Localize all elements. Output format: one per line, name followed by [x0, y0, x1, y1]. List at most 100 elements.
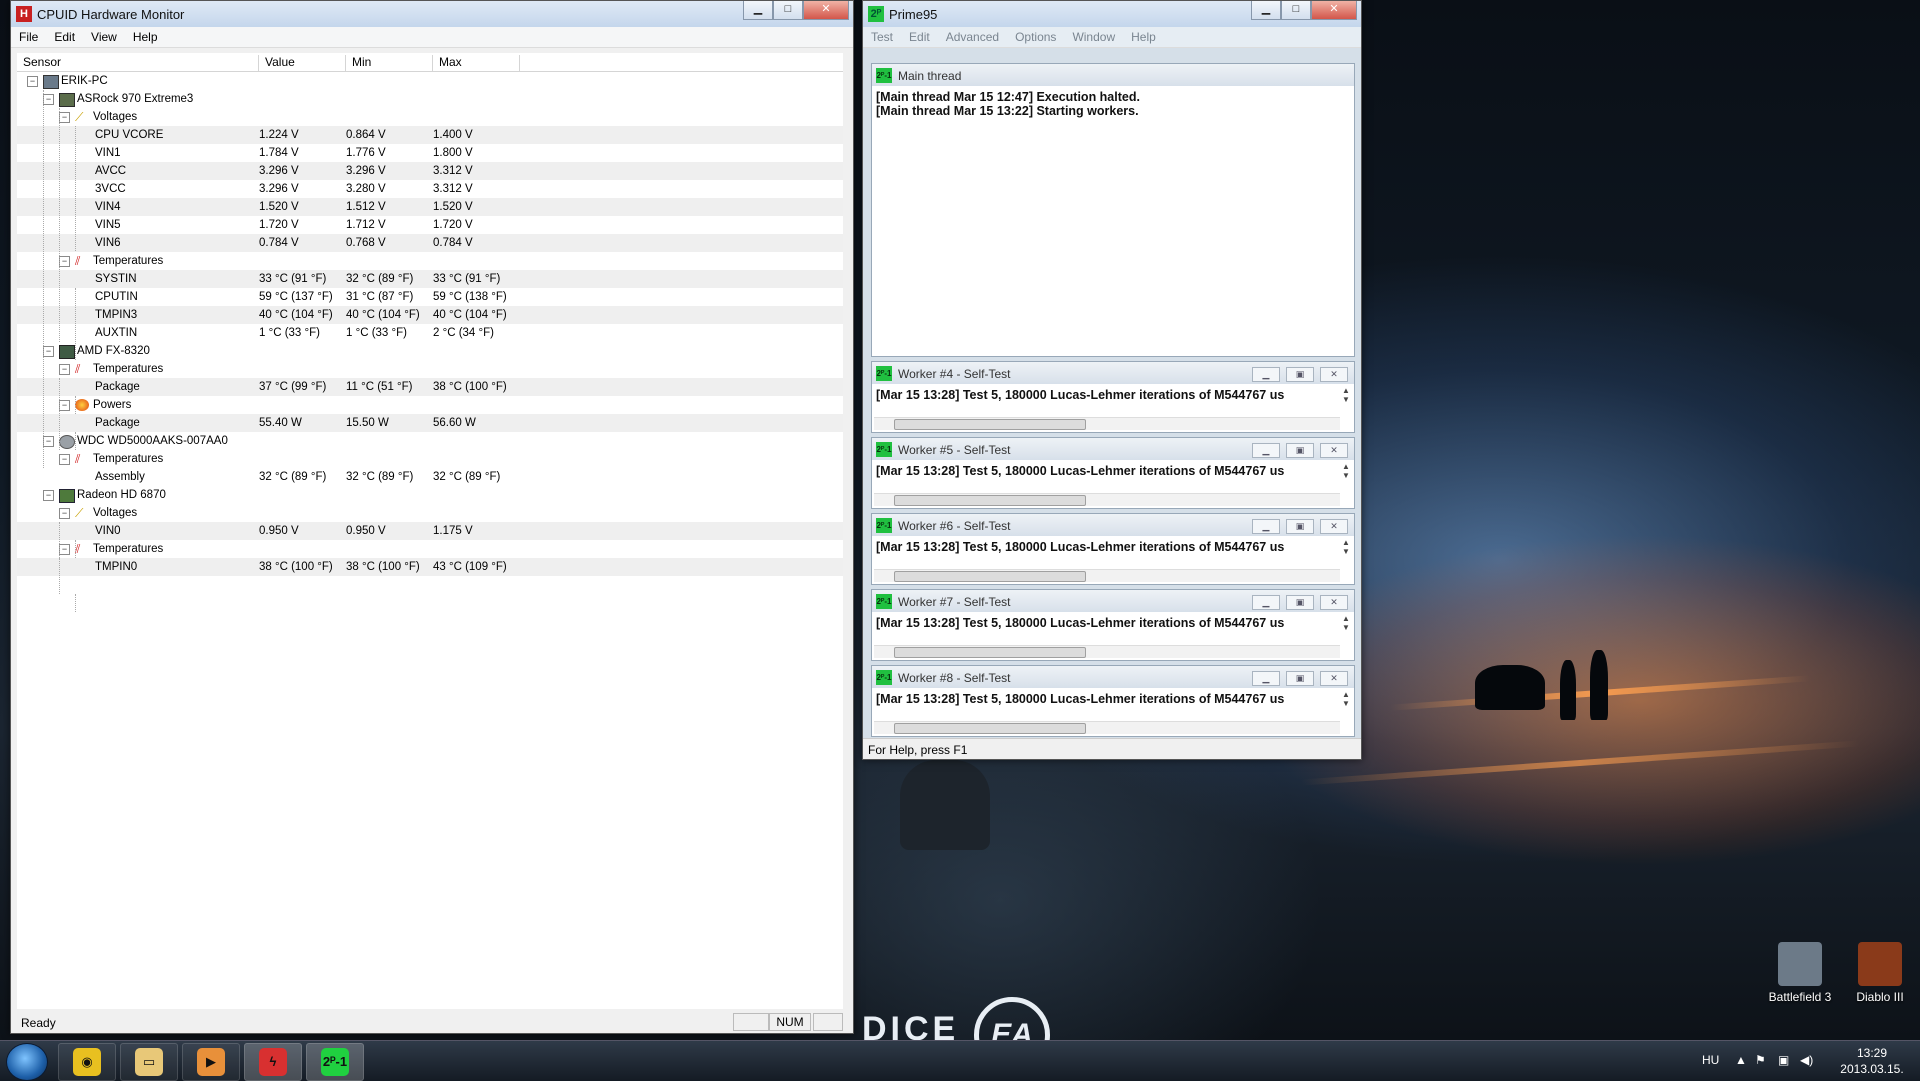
scrollbar-thumb[interactable]	[894, 571, 1086, 582]
horizontal-scrollbar[interactable]	[874, 721, 1340, 734]
language-indicator[interactable]: HU	[1702, 1053, 1719, 1067]
close-button[interactable]: ✕	[1320, 595, 1348, 610]
sensor-row[interactable]: TMPIN0 38 °C (100 °F) 38 °C (100 °F) 43 °C …	[17, 558, 843, 576]
collapse-toggle[interactable]: −	[59, 364, 70, 375]
menu-advanced[interactable]: Advanced	[938, 27, 1007, 47]
sensor-row[interactable]: VIN5 1.720 V 1.712 V 1.720 V	[17, 216, 843, 234]
action-center-flag-icon[interactable]: ⚑	[1755, 1053, 1766, 1067]
vertical-scrollbar[interactable]: ▲ ▼	[1340, 386, 1352, 430]
prime95-taskbar-button[interactable]: 2ᴾ-1	[306, 1043, 364, 1081]
collapse-toggle[interactable]: −	[43, 94, 54, 105]
tree-node[interactable]: − Radeon HD 6870	[17, 486, 843, 504]
column-max[interactable]: Max	[433, 55, 520, 71]
collapse-toggle[interactable]: −	[59, 400, 70, 411]
restore-button[interactable]: ▣	[1286, 367, 1314, 382]
scrollbar-thumb[interactable]	[894, 723, 1086, 734]
tree-node[interactable]: − Powers	[17, 396, 843, 414]
worker-titlebar[interactable]: 2ᴾ-1 Worker #8 - Self-Test ▁ ▣ ✕	[872, 666, 1354, 688]
sensor-row[interactable]: VIN6 0.784 V 0.768 V 0.784 V	[17, 234, 843, 252]
column-sensor[interactable]: Sensor	[17, 55, 259, 71]
menu-help[interactable]: Help	[125, 27, 166, 47]
main-thread-log[interactable]: [Main thread Mar 15 12:47] Execution hal…	[872, 86, 1354, 122]
collapse-toggle[interactable]: −	[43, 346, 54, 357]
volume-icon[interactable]: ◀)	[1800, 1053, 1813, 1067]
sensor-row[interactable]: CPUTIN 59 °C (137 °F) 31 °C (87 °F) 59 °C (…	[17, 288, 843, 306]
vertical-scrollbar[interactable]: ▲ ▼	[1340, 614, 1352, 658]
worker-log[interactable]: [Mar 15 13:28] Test 5, 180000 Lucas-Lehm…	[872, 460, 1354, 482]
menu-window[interactable]: Window	[1064, 27, 1123, 47]
worker-log[interactable]: [Mar 15 13:28] Test 5, 180000 Lucas-Lehm…	[872, 688, 1354, 710]
close-button[interactable]: ✕	[803, 1, 849, 20]
vertical-scrollbar[interactable]: ▲ ▼	[1340, 538, 1352, 582]
minimize-button[interactable]: ▁	[743, 1, 773, 20]
worker-titlebar[interactable]: 2ᴾ-1 Worker #5 - Self-Test ▁ ▣ ✕	[872, 438, 1354, 460]
explorer-taskbar-button[interactable]: ▭	[120, 1043, 178, 1081]
maximize-button[interactable]: □	[773, 1, 803, 20]
sensor-row[interactable]: TMPIN3 40 °C (104 °F) 40 °C (104 °F) 40 °C …	[17, 306, 843, 324]
start-button[interactable]	[6, 1043, 48, 1081]
sensor-row[interactable]: AUXTIN 1 °C (33 °F) 1 °C (33 °F) 2 °C (34 °…	[17, 324, 843, 342]
sensor-row[interactable]: CPU VCORE 1.224 V 0.864 V 1.400 V	[17, 126, 843, 144]
worker-log[interactable]: [Mar 15 13:28] Test 5, 180000 Lucas-Lehm…	[872, 612, 1354, 634]
tree-node[interactable]: − ⟋ Voltages	[17, 504, 843, 522]
chrome-taskbar-button[interactable]: ◉	[58, 1043, 116, 1081]
maximize-button[interactable]: □	[1281, 1, 1311, 20]
clock[interactable]: 13:29 2013.03.15.	[1832, 1045, 1912, 1077]
close-button[interactable]: ✕	[1320, 671, 1348, 686]
tree-node[interactable]: − ⫽ Temperatures	[17, 540, 843, 558]
worker-log[interactable]: [Mar 15 13:28] Test 5, 180000 Lucas-Lehm…	[872, 536, 1354, 558]
collapse-toggle[interactable]: −	[27, 76, 38, 87]
collapse-toggle[interactable]: −	[59, 454, 70, 465]
vertical-scrollbar[interactable]: ▲ ▼	[1340, 462, 1352, 506]
restore-button[interactable]: ▣	[1286, 519, 1314, 534]
desktop-icon-diablo-3[interactable]: Diablo III	[1832, 942, 1920, 1004]
sensor-row[interactable]: Package 37 °C (99 °F) 11 °C (51 °F) 38 °C (…	[17, 378, 843, 396]
sensor-row[interactable]: VIN4 1.520 V 1.512 V 1.520 V	[17, 198, 843, 216]
network-icon[interactable]: ▣	[1778, 1053, 1789, 1067]
collapse-toggle[interactable]: −	[59, 508, 70, 519]
tree-node[interactable]: − AMD FX-8320	[17, 342, 843, 360]
sensor-row[interactable]: Assembly 32 °C (89 °F) 32 °C (89 °F) 32 °C …	[17, 468, 843, 486]
menu-options[interactable]: Options	[1007, 27, 1064, 47]
menu-edit[interactable]: Edit	[46, 27, 83, 47]
collapse-toggle[interactable]: −	[59, 544, 70, 555]
scrollbar-thumb[interactable]	[894, 647, 1086, 658]
close-button[interactable]: ✕	[1320, 519, 1348, 534]
tree-node[interactable]: − WDC WD5000AAKS-007AA0	[17, 432, 843, 450]
tree-node[interactable]: − ⫽ Temperatures	[17, 252, 843, 270]
sensor-row[interactable]: 3VCC 3.296 V 3.280 V 3.312 V	[17, 180, 843, 198]
minimize-button[interactable]: ▁	[1251, 1, 1281, 20]
prime95-titlebar[interactable]: 2ᴾ Prime95 ▁ □ ✕	[863, 1, 1361, 27]
horizontal-scrollbar[interactable]	[874, 569, 1340, 582]
menu-edit[interactable]: Edit	[901, 27, 938, 47]
tree-node[interactable]: − ⫽ Temperatures	[17, 360, 843, 378]
close-button[interactable]: ✕	[1311, 1, 1357, 20]
collapse-toggle[interactable]: −	[43, 436, 54, 447]
column-min[interactable]: Min	[346, 55, 433, 71]
scrollbar-thumb[interactable]	[894, 419, 1086, 430]
horizontal-scrollbar[interactable]	[874, 417, 1340, 430]
collapse-toggle[interactable]: −	[59, 256, 70, 267]
menu-view[interactable]: View	[83, 27, 125, 47]
hwmonitor-titlebar[interactable]: H CPUID Hardware Monitor ▁ □ ✕	[11, 1, 853, 27]
main-thread-titlebar[interactable]: 2ᴾ-1 Main thread	[872, 64, 1354, 86]
worker-titlebar[interactable]: 2ᴾ-1 Worker #7 - Self-Test ▁ ▣ ✕	[872, 590, 1354, 612]
sensor-row[interactable]: AVCC 3.296 V 3.296 V 3.312 V	[17, 162, 843, 180]
scrollbar-thumb[interactable]	[894, 495, 1086, 506]
minimize-button[interactable]: ▁	[1252, 595, 1280, 610]
restore-button[interactable]: ▣	[1286, 671, 1314, 686]
column-value[interactable]: Value	[259, 55, 346, 71]
close-button[interactable]: ✕	[1320, 367, 1348, 382]
minimize-button[interactable]: ▁	[1252, 519, 1280, 534]
worker-titlebar[interactable]: 2ᴾ-1 Worker #4 - Self-Test ▁ ▣ ✕	[872, 362, 1354, 384]
minimize-button[interactable]: ▁	[1252, 671, 1280, 686]
sensor-tree[interactable]: − ERIK-PC − ASRock 970 Extreme3− ⟋ Voltages CP…	[17, 72, 843, 1009]
vertical-scrollbar[interactable]: ▲ ▼	[1340, 690, 1352, 734]
tree-node[interactable]: − ERIK-PC	[17, 72, 843, 90]
menu-help[interactable]: Help	[1123, 27, 1164, 47]
menu-file[interactable]: File	[11, 27, 46, 47]
minimize-button[interactable]: ▁	[1252, 443, 1280, 458]
sensor-row[interactable]: VIN0 0.950 V 0.950 V 1.175 V	[17, 522, 843, 540]
tree-node[interactable]: − ⫽ Temperatures	[17, 450, 843, 468]
horizontal-scrollbar[interactable]	[874, 645, 1340, 658]
